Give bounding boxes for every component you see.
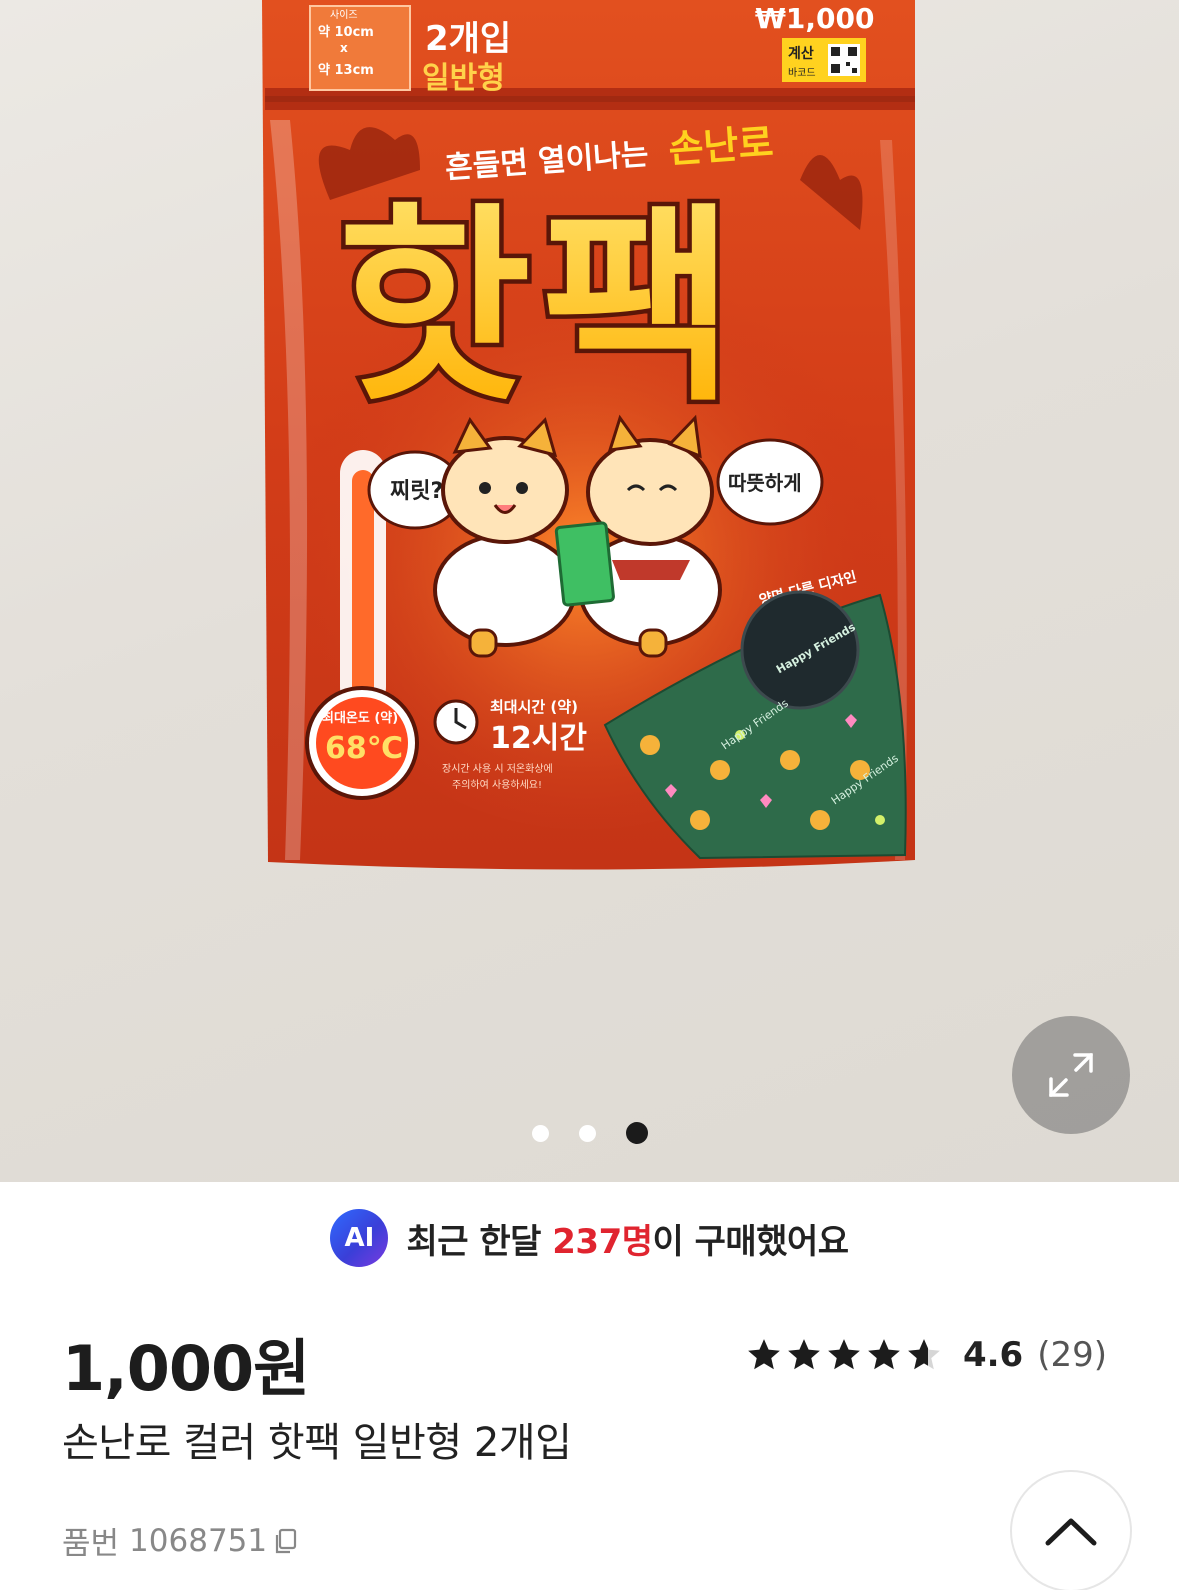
star-icon [788,1339,820,1370]
scroll-to-top-button[interactable] [1012,1472,1130,1590]
image-pager-dots [0,1118,1179,1148]
product-image-gallery[interactable]: 사이즈 약 10cm x 약 13cm 2개입 일반형 ₩1,000 계산 바코… [0,0,1179,1182]
ai-badge-icon: AI [330,1209,389,1267]
chevron-up-icon [1045,1518,1097,1546]
package-tagline-brand: 손난로 [667,120,775,171]
copy-icon[interactable] [273,1527,299,1555]
package-size-label: 사이즈 [330,9,358,21]
package-size-height: 약 13cm [318,62,374,78]
product-image: 사이즈 약 10cm x 약 13cm 2개입 일반형 ₩1,000 계산 바코… [262,0,915,870]
expand-image-button[interactable] [1012,1016,1130,1134]
ai-purchase-count: 237명 [552,1221,653,1262]
max-temp-value: 68℃ [325,731,403,766]
max-time-label: 최대시간 (약) [490,698,578,716]
rating-score: 4.6 [962,1335,1024,1375]
rating-stars [745,1336,945,1374]
star-icon [828,1339,860,1370]
package-title: 핫팩 [338,185,744,430]
star-icon [868,1339,900,1370]
product-sku: 품번 1068751 [62,1518,299,1563]
sku-label: 품번 [62,1526,120,1562]
warning-line-1: 장시간 사용 시 저온화상에 [442,763,553,775]
pager-dot-3-active[interactable] [625,1122,648,1144]
max-temp-label: 최대온도 (약) [322,710,398,726]
package-count: 2개입 [425,19,511,59]
review-count[interactable]: (29) [1037,1335,1107,1375]
ai-text-suffix: 이 구매했어요 [652,1221,850,1262]
package-size-width: 약 10cm [318,24,374,40]
max-time-value: 12시간 [490,721,587,756]
product-price: 1,000원 [62,1332,310,1405]
ai-purchase-text: 최근 한달 237명이 구매했어요 [406,1214,850,1263]
pager-dot-1[interactable] [531,1124,549,1142]
barcode-label-top: 계산 [788,45,814,62]
warning-line-2: 주의하여 사용하세요! [452,778,542,791]
bubble-right: 따뜻하게 [728,471,802,495]
package-type: 일반형 [422,61,505,96]
barcode-label-bottom: 바코드 [788,67,816,79]
bubble-left: 찌릿? [390,479,443,504]
package-size-x: x [340,41,348,55]
product-rating[interactable]: 4.6 (29) [745,1330,1107,1380]
star-icon [748,1339,780,1370]
ai-purchase-banner: AI 최근 한달 237명이 구매했어요 [0,1208,1179,1268]
expand-arrows-icon [1049,1053,1093,1097]
hand-warmer-pack [554,521,615,607]
product-name: 손난로 컬러 핫팩 일반형 2개입 [62,1420,572,1466]
package-price: ₩1,000 [755,2,874,35]
ai-text-prefix: 최근 한달 [406,1221,553,1262]
star-half-icon [908,1339,940,1370]
pager-dot-2[interactable] [578,1124,596,1142]
sku-number: 1068751 [129,1522,268,1559]
